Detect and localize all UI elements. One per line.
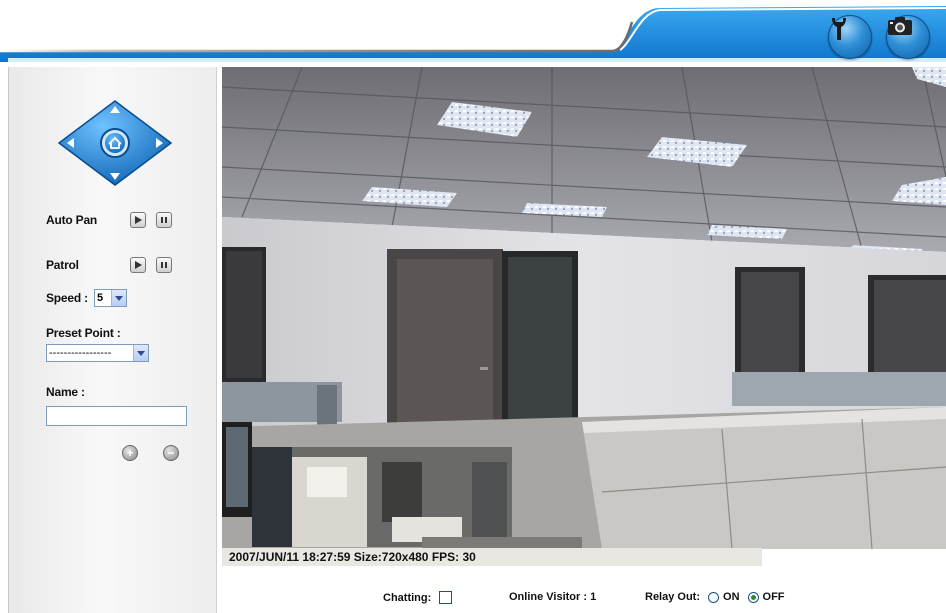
wrench-icon [832,18,846,40]
auto-pan-label: Auto Pan [46,213,98,227]
chatting-label: Chatting: [383,591,432,604]
pan-down-button[interactable] [104,167,126,187]
minus-icon: − [167,446,175,460]
radio-selected-dot [750,594,756,600]
chevron-down-icon [133,345,148,361]
camera-icon [888,17,912,35]
remove-preset-button[interactable]: − [163,445,179,461]
pan-up-button[interactable] [104,100,126,120]
patrol-stop-button[interactable] [156,257,172,273]
video-info-overlay: 2007/JUN/11 18:27:59 Size:720x480 FPS: 3… [222,548,762,566]
video-frame [222,67,946,549]
pan-right-button[interactable] [151,132,173,154]
header-background [0,6,946,62]
pause-icon [161,217,167,223]
play-icon [135,261,142,269]
add-preset-button[interactable]: + [122,445,138,461]
preset-point-label: Preset Point : [46,326,121,340]
preset-point-select[interactable]: ----------------- [46,344,149,362]
chatting-control: Chatting: [383,591,453,604]
snapshot-button[interactable] [886,15,930,59]
patrol-start-button[interactable] [130,257,146,273]
relay-on-label: ON [723,591,740,603]
speed-label: Speed : [46,291,88,305]
relay-off-radio[interactable] [747,591,759,603]
camera-video-feed[interactable] [222,67,946,549]
header-bar [0,0,946,62]
chatting-checkbox[interactable] [439,591,453,604]
settings-button[interactable] [828,15,872,59]
auto-pan-start-button[interactable] [130,212,146,228]
relay-on-radio[interactable] [708,591,720,603]
chevron-down-icon [111,290,126,306]
pause-icon [161,262,167,268]
relay-out-label: Relay Out: [645,591,701,603]
auto-pan-stop-button[interactable] [156,212,172,228]
online-visitor-label: Online Visitor : 1 [509,591,597,603]
play-icon [135,216,142,224]
relay-out-control: Relay Out: ON OFF [645,591,785,603]
relay-off-label: OFF [762,591,785,603]
patrol-label: Patrol [46,258,79,272]
preset-point-value: ----------------- [49,347,112,359]
speed-value: 5 [97,292,104,304]
online-visitor-status: Online Visitor : 1 [509,591,596,603]
ptz-control-panel: Auto Pan Patrol Speed : 5 Preset Point :… [8,67,217,613]
name-label: Name : [46,385,85,399]
home-button[interactable] [104,132,126,154]
plus-icon: + [126,446,134,460]
pan-left-button[interactable] [57,132,79,154]
speed-select[interactable]: 5 [94,289,127,307]
preset-name-input[interactable] [46,406,187,426]
